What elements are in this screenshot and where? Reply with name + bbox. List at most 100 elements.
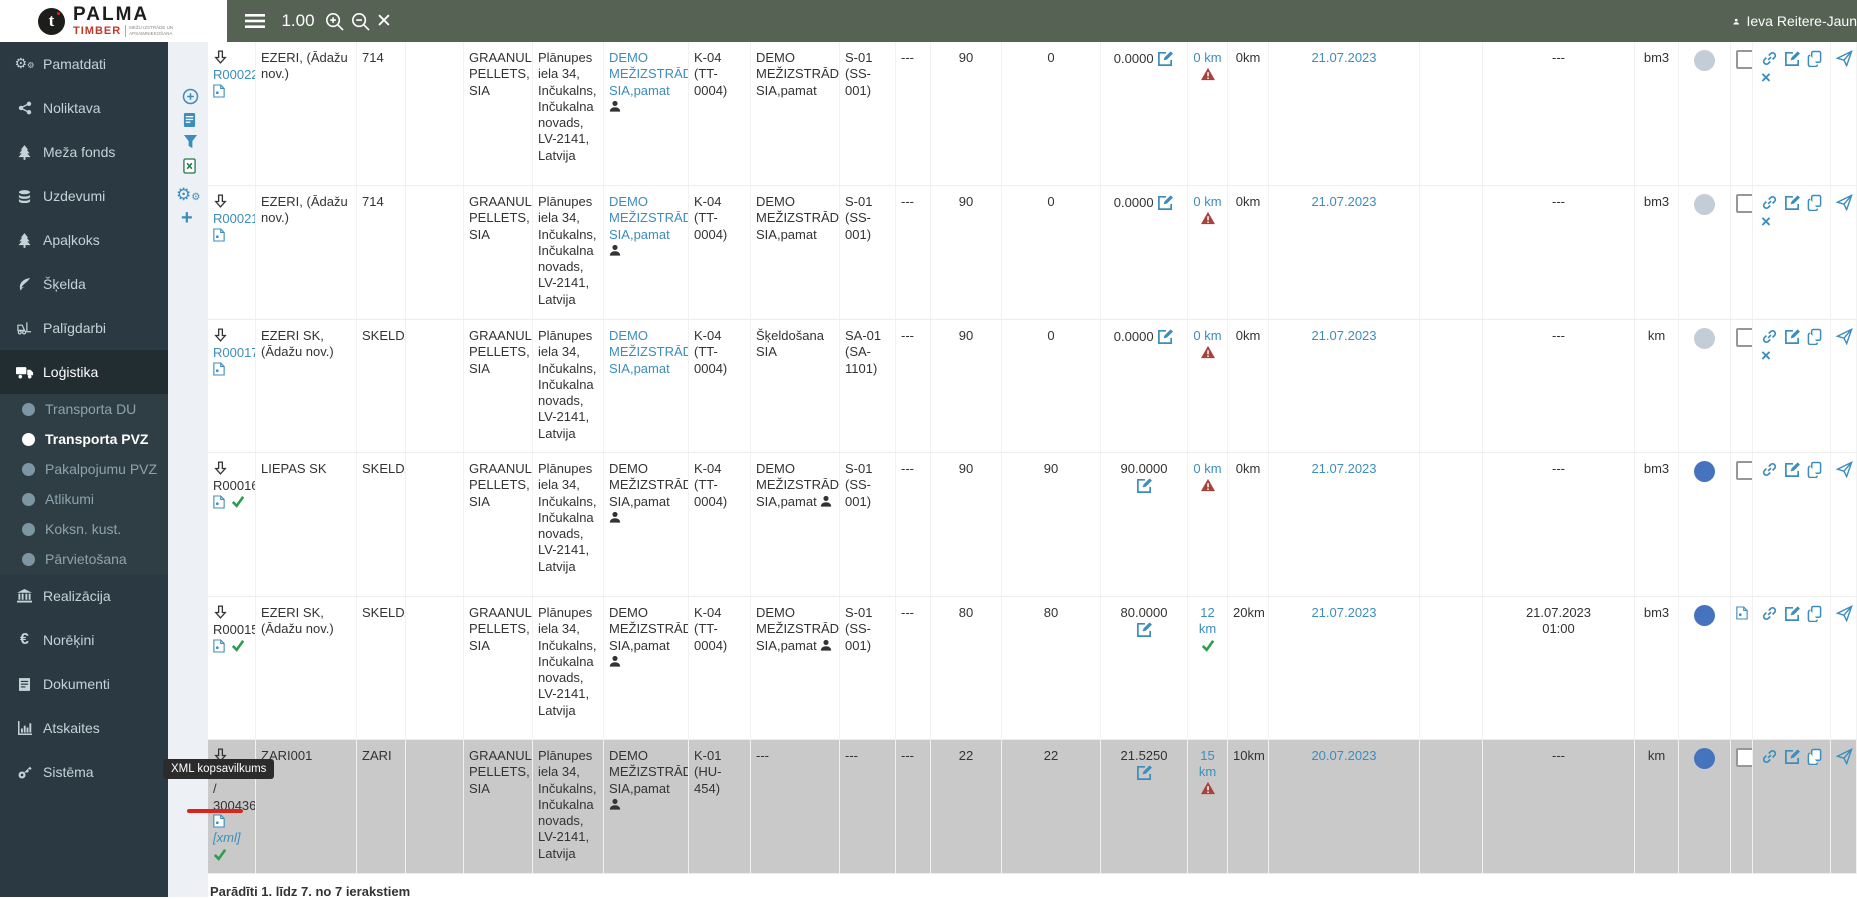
status-circle[interactable]	[1694, 461, 1715, 482]
distance-link[interactable]: 15 km	[1199, 748, 1216, 779]
filter-icon[interactable]	[183, 134, 198, 153]
sidebar-item-koksn-kust[interactable]: Koksn. kust.	[0, 514, 168, 544]
xml-link[interactable]: [xml]	[213, 830, 240, 845]
edit-icon[interactable]	[1157, 328, 1174, 347]
edit-icon[interactable]	[1784, 194, 1801, 213]
sidebar-item-uzdevumi[interactable]: Uzdevumi	[0, 174, 168, 218]
record-link[interactable]: R00022	[213, 67, 255, 83]
edit-icon[interactable]	[1784, 605, 1801, 624]
link-icon[interactable]	[1761, 461, 1778, 480]
pdf-icon[interactable]	[1736, 606, 1748, 622]
sidebar-item-nor-ini[interactable]: € Norēķini	[0, 618, 168, 662]
excel-icon[interactable]	[183, 158, 196, 178]
pdf-icon[interactable]	[213, 639, 225, 655]
plane-icon[interactable]	[1835, 605, 1853, 624]
row-checkbox[interactable]	[1736, 461, 1752, 480]
status-circle[interactable]	[1694, 748, 1715, 769]
row-checkbox[interactable]	[1736, 194, 1752, 213]
sidebar-item-pakalpojumu-pvz[interactable]: Pakalpojumu PVZ	[0, 454, 168, 484]
copy-icon[interactable]	[1807, 328, 1822, 347]
status-circle[interactable]	[1694, 328, 1715, 349]
plane-icon[interactable]	[1835, 748, 1853, 767]
sidebar-item-atskaites[interactable]: Atskaites	[0, 706, 168, 750]
copy-icon[interactable]	[1807, 194, 1822, 213]
distance-link[interactable]: 0 km	[1193, 461, 1221, 476]
sender-link[interactable]: DEMO MEŽIZSTRĀDE, SIA,pamat	[609, 50, 688, 98]
record-link[interactable]: R00015	[213, 622, 255, 638]
sidebar-item-p-rvieto-ana[interactable]: Pārvietošana	[0, 544, 168, 574]
date-link[interactable]: 21.07.2023	[1311, 605, 1376, 620]
download-icon[interactable]	[213, 461, 228, 478]
close-icon[interactable]: ×	[1761, 347, 1771, 364]
status-circle[interactable]	[1694, 605, 1715, 626]
plane-icon[interactable]	[1835, 461, 1853, 480]
menu-toggle-button[interactable]	[240, 0, 270, 42]
pdf-icon[interactable]	[213, 84, 225, 100]
record-link[interactable]: R00017	[213, 345, 255, 361]
row-checkbox[interactable]	[1736, 50, 1752, 69]
row-checkbox[interactable]	[1736, 748, 1752, 767]
copy-icon[interactable]	[1807, 605, 1822, 624]
date-link[interactable]: 21.07.2023	[1311, 194, 1376, 209]
sidebar-item-pal-gdarbi[interactable]: Palīgdarbi	[0, 306, 168, 350]
edit-icon[interactable]	[1784, 461, 1801, 480]
sender-link[interactable]: DEMO MEŽIZSTRĀDE, SIA,pamat	[609, 328, 688, 376]
status-circle[interactable]	[1694, 194, 1715, 215]
sidebar-item-lo-istika[interactable]: Loģistika	[0, 350, 168, 394]
download-icon[interactable]	[213, 194, 228, 211]
sidebar-item-realiz-cija[interactable]: Realizācija	[0, 574, 168, 618]
status-circle[interactable]	[1694, 50, 1715, 71]
download-icon[interactable]	[213, 50, 228, 67]
sidebar-item-me-a-fonds[interactable]: Meža fonds	[0, 130, 168, 174]
plane-icon[interactable]	[1835, 194, 1853, 213]
pdf-icon[interactable]	[213, 362, 225, 378]
date-link[interactable]: 21.07.2023	[1311, 50, 1376, 65]
sidebar-item-sist-ma[interactable]: Sistēma	[0, 750, 168, 794]
reset-zoom-button[interactable]: ✕	[372, 0, 396, 42]
link-icon[interactable]	[1761, 194, 1778, 213]
date-link[interactable]: 21.07.2023	[1311, 461, 1376, 476]
link-icon[interactable]	[1761, 50, 1778, 69]
distance-link[interactable]: 0 km	[1193, 194, 1221, 209]
pdf-icon[interactable]	[213, 495, 225, 511]
edit-icon[interactable]	[1136, 621, 1153, 640]
link-icon[interactable]	[1761, 748, 1778, 767]
row-checkbox[interactable]	[1736, 328, 1752, 347]
pdf-icon[interactable]	[213, 228, 225, 244]
zoom-out-button[interactable]	[348, 0, 372, 42]
download-icon[interactable]	[213, 605, 228, 622]
sidebar-item-apa-koks[interactable]: Apaļkoks	[0, 218, 168, 262]
sidebar-item-transporta-du[interactable]: Transporta DU	[0, 394, 168, 424]
link-icon[interactable]	[1761, 328, 1778, 347]
edit-icon[interactable]	[1136, 477, 1153, 496]
sidebar-item-noliktava[interactable]: Noliktava	[0, 86, 168, 130]
download-icon[interactable]	[213, 328, 228, 345]
sidebar-item-elda[interactable]: Šķelda	[0, 262, 168, 306]
distance-link[interactable]: 12 km	[1199, 605, 1216, 636]
app-logo[interactable]: t PALMA TIMBER MEŽU IZSTRĀDE UN APSAIMNI…	[0, 0, 227, 42]
edit-icon[interactable]	[1784, 50, 1801, 69]
edit-icon[interactable]	[1157, 194, 1174, 213]
plus-circle-icon[interactable]	[182, 88, 199, 109]
sidebar-item-dokumenti[interactable]: Dokumenti	[0, 662, 168, 706]
record-link[interactable]: R00016	[213, 478, 255, 494]
copy-icon[interactable]	[1807, 748, 1822, 767]
link-icon[interactable]	[1761, 605, 1778, 624]
date-link[interactable]: 21.07.2023	[1311, 328, 1376, 343]
close-icon[interactable]: ×	[1761, 69, 1771, 86]
user-menu[interactable]: Ieva Reitere-Jaun	[1733, 0, 1857, 42]
paste-icon[interactable]	[183, 112, 196, 132]
plus-icon[interactable]: +	[181, 208, 193, 228]
sender-link[interactable]: DEMO MEŽIZSTRĀDE, SIA,pamat	[609, 194, 688, 242]
copy-icon[interactable]	[1807, 461, 1822, 480]
sidebar-item-pamatdati[interactable]: ⚙⚙ Pamatdati	[0, 42, 168, 86]
close-icon[interactable]: ×	[1761, 213, 1771, 230]
copy-icon[interactable]	[1807, 50, 1822, 69]
gears-icon[interactable]: ⚙⚙	[176, 186, 200, 204]
plane-icon[interactable]	[1835, 328, 1853, 347]
edit-icon[interactable]	[1157, 50, 1174, 69]
date-link[interactable]: 20.07.2023	[1311, 748, 1376, 763]
distance-link[interactable]: 0 km	[1193, 50, 1221, 65]
zoom-in-button[interactable]	[322, 0, 346, 42]
sidebar-item-transporta-pvz[interactable]: Transporta PVZ	[0, 424, 168, 454]
